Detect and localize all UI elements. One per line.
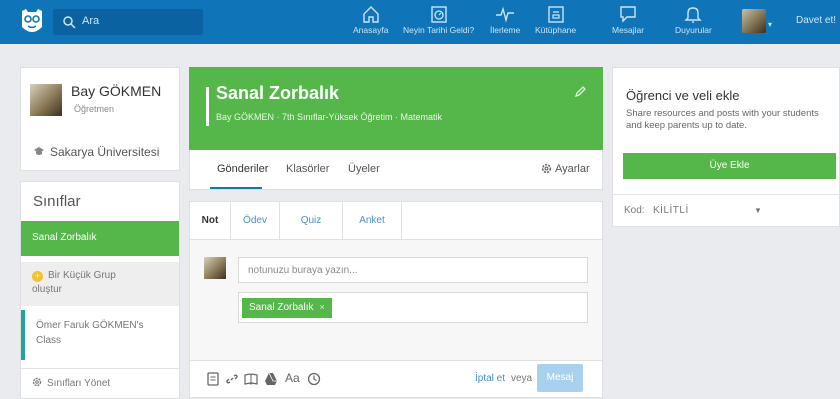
school-link[interactable]: Sakarya Üniversitesi	[34, 145, 159, 159]
nav-messages[interactable]: Mesajlar	[612, 5, 644, 35]
manage-classes-label: Sınıfları Yönet	[47, 378, 111, 389]
cancel-link[interactable]: İptal et	[475, 373, 505, 384]
post-composer: Not Ödev Quiz Anket notunuzu buraya yazı…	[189, 201, 603, 398]
home-icon	[363, 6, 379, 23]
group-banner: Sanal Zorbalık Bay GÖKMEN · 7th Sınıflar…	[189, 67, 603, 150]
recipient-name: Sanal Zorbalık	[249, 302, 314, 313]
school-icon	[34, 147, 44, 155]
tab-folders[interactable]: Klasörler	[286, 163, 329, 175]
post-type-assignment[interactable]: Ödev	[231, 202, 280, 239]
nav-library[interactable]: Kütüphane	[535, 5, 576, 35]
add-member-button[interactable]: Üye Ekle	[623, 153, 836, 179]
post-type-quiz[interactable]: Quiz	[280, 202, 343, 239]
text-format-button[interactable]: Aa	[285, 371, 300, 385]
gear-icon	[541, 163, 552, 174]
chevron-down-icon[interactable]: ▾	[768, 20, 772, 29]
nav-calendar[interactable]: Neyin Tarihi Geldi?	[403, 5, 474, 35]
settings-button[interactable]: Ayarlar	[541, 163, 590, 175]
user-avatar[interactable]	[742, 9, 766, 33]
google-drive-icon[interactable]	[264, 372, 278, 386]
chevron-down-icon[interactable]: ▼	[754, 206, 762, 215]
manage-classes-link[interactable]: Sınıfları Yönet	[21, 368, 179, 398]
message-icon	[620, 6, 636, 23]
school-name: Sakarya Üniversitesi	[50, 145, 160, 159]
post-type-note[interactable]: Not	[190, 202, 231, 239]
divider	[613, 194, 839, 195]
logo-icon[interactable]	[18, 7, 46, 35]
search-placeholder: Ara	[82, 15, 100, 27]
note-input[interactable]: notunuzu buraya yazın...	[238, 257, 588, 283]
profile-card: Bay GÖKMEN Öğretmen Sakarya Üniversitesi	[20, 67, 180, 171]
tab-posts[interactable]: Gönderiler	[217, 163, 268, 175]
join-line-2: oluştur	[32, 284, 63, 295]
composer-toolbar: Aa İptal et veya Mesaj	[190, 360, 602, 398]
code-label: Kod:	[624, 205, 645, 216]
gear-icon	[32, 377, 42, 387]
library-icon[interactable]	[244, 372, 258, 386]
bell-icon	[684, 7, 703, 23]
plus-icon: +	[32, 271, 43, 282]
code-value[interactable]: KİLİTLİ	[653, 205, 689, 216]
link-icon[interactable]	[225, 372, 239, 386]
classes-card: Sınıflar Sanal Zorbalık + Bir Küçük Grup …	[20, 181, 180, 399]
add-members-description: Share resources and posts with your stud…	[626, 108, 819, 131]
group-subtitle: Bay GÖKMEN · 7th Sınıflar-Yüksek Öğretim…	[216, 112, 443, 122]
send-button[interactable]: Mesaj	[537, 364, 583, 392]
banner-accent	[206, 87, 209, 126]
remove-icon[interactable]: ×	[319, 302, 324, 312]
search-icon	[63, 16, 76, 29]
group-title: Sanal Zorbalık	[216, 83, 340, 103]
settings-label: Ayarlar	[555, 163, 590, 175]
class-item-other[interactable]: Ömer Faruk GÖKMEN's Class	[21, 310, 179, 360]
or-text: veya	[511, 373, 533, 384]
post-type-poll[interactable]: Anket	[343, 202, 402, 239]
nav-home[interactable]: Anasayfa	[353, 5, 388, 35]
profile-avatar[interactable]	[30, 84, 62, 116]
create-small-group-link[interactable]: + Bir Küçük Grup oluştur	[21, 262, 179, 306]
post-type-tabs: Not Ödev Quiz Anket	[190, 202, 602, 240]
tab-members[interactable]: Üyeler	[348, 163, 380, 175]
profile-role: Öğretmen	[74, 104, 115, 114]
nav-announcements[interactable]: Duyurular	[675, 5, 712, 35]
pencil-icon[interactable]	[574, 86, 586, 98]
classes-heading: Sınıflar	[33, 193, 81, 210]
profile-name[interactable]: Bay GÖKMEN	[71, 83, 161, 99]
group-tabs: Gönderiler Klasörler Üyeler Ayarlar	[189, 150, 603, 190]
class-item-active[interactable]: Sanal Zorbalık	[21, 221, 179, 256]
pulse-icon	[496, 6, 515, 23]
other-line-1: Ömer Faruk GÖKMEN's	[36, 320, 144, 331]
composer-body: notunuzu buraya yazın... Sanal Zorbalık ×	[190, 240, 602, 360]
join-line-1: Bir Küçük Grup	[48, 270, 116, 281]
clock-icon[interactable]	[307, 372, 321, 386]
other-line-2: Class	[36, 335, 62, 346]
file-icon[interactable]	[206, 372, 220, 386]
recipient-field[interactable]: Sanal Zorbalık ×	[238, 292, 588, 323]
active-tab-indicator	[210, 187, 262, 189]
calendar-icon	[430, 6, 447, 23]
invite-link[interactable]: Davet et!	[796, 15, 836, 26]
composer-avatar	[204, 257, 226, 279]
add-members-card: Öğrenci ve veli ekle Share resources and…	[612, 67, 840, 227]
library-icon	[547, 6, 564, 23]
search-input[interactable]: Ara	[53, 9, 203, 35]
top-bar: Ara Anasayfa Neyin Tarihi Geldi? İlerlem…	[0, 0, 840, 44]
add-members-title: Öğrenci ve veli ekle	[626, 88, 740, 103]
recipient-chip[interactable]: Sanal Zorbalık ×	[242, 298, 332, 318]
nav-progress[interactable]: İlerleme	[490, 5, 520, 35]
